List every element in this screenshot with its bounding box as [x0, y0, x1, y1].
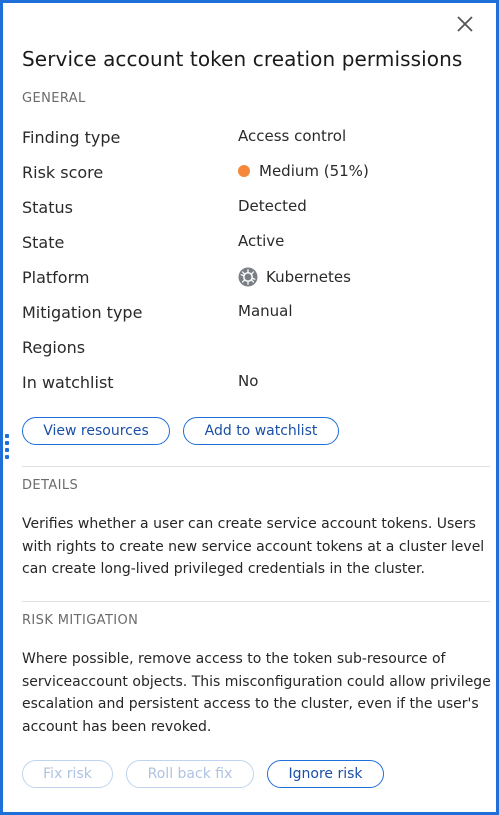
row-label-finding-type: Finding type	[22, 128, 121, 147]
row-label-state: State	[22, 233, 65, 252]
finding-type-value: Access control	[238, 127, 347, 145]
kubernetes-icon	[238, 267, 258, 287]
row-label-risk-score: Risk score	[22, 163, 104, 182]
fix-risk-button[interactable]: Fix risk	[22, 760, 113, 788]
row-value-platform: Kubernetes	[238, 267, 351, 287]
view-resources-button[interactable]: View resources	[22, 417, 170, 445]
roll-back-fix-button[interactable]: Roll back fix	[126, 760, 254, 788]
divider	[22, 466, 490, 467]
section-label-details: DETAILS	[22, 478, 79, 493]
details-text: Verifies whether a user can create servi…	[22, 516, 485, 577]
state-value: Active	[238, 232, 285, 250]
row-value-finding-type: Access control	[238, 127, 346, 145]
row-value-status: Detected	[238, 197, 307, 215]
add-to-watchlist-button[interactable]: Add to watchlist	[183, 417, 339, 445]
in-watchlist-value: No	[238, 372, 259, 390]
section-label-general: GENERAL	[22, 91, 86, 106]
row-value-state: Active	[238, 232, 284, 250]
grip-dot	[5, 434, 9, 438]
row-label-status: Status	[22, 198, 73, 217]
row-label-mitigation-type: Mitigation type	[22, 303, 143, 322]
close-icon[interactable]	[456, 15, 474, 33]
row-value-mitigation-type: Manual	[238, 302, 293, 320]
risk-score-value: Medium (51%)	[259, 162, 369, 180]
divider	[22, 601, 490, 602]
grip-dot	[5, 448, 9, 452]
finding-details-panel: Service account token creation permissio…	[0, 0, 499, 815]
row-value-in-watchlist: No	[238, 372, 258, 390]
panel-title: Service account token creation permissio…	[22, 47, 463, 71]
platform-value: Kubernetes	[266, 268, 351, 286]
row-label-platform: Platform	[22, 268, 90, 287]
ignore-risk-button[interactable]: Ignore risk	[267, 760, 384, 788]
status-value: Detected	[238, 197, 307, 215]
grip-dot	[5, 455, 9, 459]
grip-dot	[5, 441, 9, 445]
row-label-regions: Regions	[22, 338, 86, 357]
row-value-risk-score: Medium (51%)	[238, 162, 369, 180]
risk-mitigation-text: Where possible, remove access to the tok…	[22, 651, 491, 735]
row-label-in-watchlist: In watchlist	[22, 373, 114, 392]
mitigation-type-value: Manual	[238, 302, 293, 320]
risk-level-dot-icon	[238, 165, 250, 177]
drag-handle-icon[interactable]	[5, 434, 9, 460]
section-label-risk-mitigation: RISK MITIGATION	[22, 613, 139, 628]
